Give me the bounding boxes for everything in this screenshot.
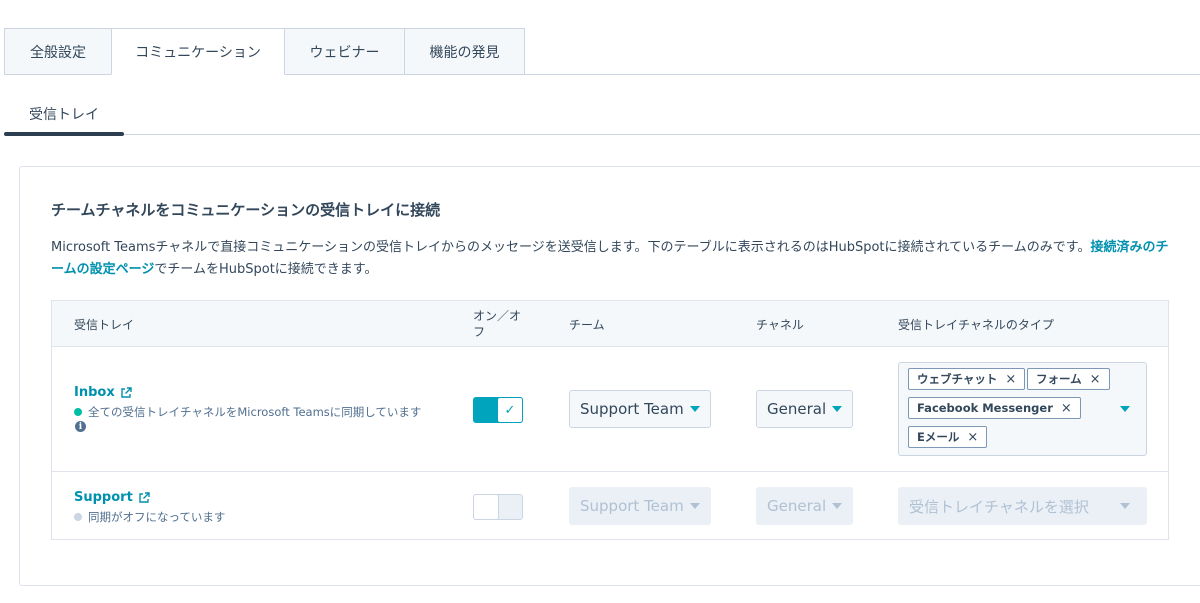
team-value: Support Team — [580, 400, 684, 418]
chip-label: Facebook Messenger — [917, 401, 1053, 415]
team-value: Support Team — [580, 497, 684, 515]
chevron-down-icon — [689, 406, 700, 412]
table-header: 受信トレイ オン／オフ チーム チャネル 受信トレイチャネルのタイプ — [52, 301, 1168, 347]
channel-type-select: 受信トレイチャネルを選択 — [898, 487, 1147, 525]
toggle-knob: ✓ — [497, 397, 523, 423]
card-description: Microsoft Teamsチャネルで直接コミュニケーションの受信トレイからの… — [51, 237, 1171, 281]
inbox-name-link[interactable]: Support — [74, 490, 150, 505]
chevron-down-icon — [832, 503, 843, 509]
chevron-down-icon — [832, 406, 843, 412]
channel-value: General — [767, 400, 827, 418]
subtab-inbox[interactable]: 受信トレイ — [4, 96, 124, 134]
info-icon[interactable]: i — [75, 421, 86, 432]
header-onoff: オン／オフ — [473, 309, 522, 339]
channel-value: General — [767, 497, 827, 515]
tab-communication[interactable]: コミュニケーション — [111, 28, 285, 75]
toggle-knob — [473, 494, 499, 520]
header-channel: チャネル — [756, 318, 804, 332]
table-row: Inbox 全ての受信トレイチャネルをMicrosoft Teamsに同期してい… — [52, 347, 1168, 472]
chip-facebook-messenger: Facebook Messenger × — [908, 397, 1081, 419]
chevron-down-icon — [1120, 503, 1130, 509]
description-suffix: でチームをHubSpotに接続できます。 — [154, 262, 378, 277]
inbox-name-link[interactable]: Inbox — [74, 385, 132, 400]
card-title: チームチャネルをコミュニケーションの受信トレイに接続 — [51, 201, 441, 219]
sync-toggle[interactable]: ✓ — [473, 397, 523, 423]
chip-label: Eメール — [917, 430, 960, 444]
header-team: チーム — [569, 318, 605, 332]
header-channel-type: 受信トレイチャネルのタイプ — [898, 318, 1054, 332]
remove-icon[interactable]: × — [967, 430, 978, 445]
teams-connection-card: チームチャネルをコミュニケーションの受信トレイに接続 Microsoft Tea… — [19, 166, 1200, 586]
chip-email: Eメール × — [908, 426, 988, 448]
chevron-down-icon — [689, 503, 700, 509]
team-dropdown[interactable]: Support Team — [569, 390, 711, 428]
remove-icon[interactable]: × — [1090, 372, 1101, 387]
top-tab-bar: 全般設定 コミュニケーション ウェビナー 機能の発見 — [4, 28, 525, 75]
external-link-icon — [139, 491, 150, 503]
subtab-divider — [4, 134, 1200, 135]
team-dropdown: Support Team — [569, 487, 711, 525]
sync-status-text: 同期がオフになっています — [88, 510, 226, 524]
check-icon: ✓ — [504, 402, 516, 418]
tab-webinar[interactable]: ウェビナー — [284, 28, 405, 75]
table-row: Support 同期がオフになっています Support Team Genera… — [52, 472, 1168, 541]
chip-webchat: ウェブチャット × — [908, 368, 1026, 390]
chip-label: フォーム — [1036, 372, 1082, 386]
external-link-icon — [121, 386, 132, 398]
remove-icon[interactable]: × — [1005, 372, 1016, 387]
remove-icon[interactable]: × — [1061, 401, 1072, 416]
sync-toggle[interactable] — [473, 494, 523, 520]
channel-dropdown: General — [756, 487, 853, 525]
sync-status: 全ての受信トレイチャネルをMicrosoft Teamsに同期しています — [74, 404, 421, 420]
header-inbox: 受信トレイ — [74, 318, 135, 332]
chip-form: フォーム × — [1027, 368, 1110, 390]
tab-general-settings[interactable]: 全般設定 — [4, 28, 112, 75]
sync-status: 同期がオフになっています — [74, 509, 225, 525]
chevron-down-icon[interactable] — [1120, 406, 1130, 412]
chip-label: ウェブチャット — [917, 372, 998, 386]
status-dot — [74, 513, 82, 521]
channel-type-multiselect[interactable]: ウェブチャット × フォーム × Facebook Messenger × Eメ… — [898, 362, 1147, 456]
subtab-active-indicator — [4, 132, 124, 136]
tab-feature-discovery[interactable]: 機能の発見 — [404, 28, 525, 75]
inbox-table: 受信トレイ オン／オフ チーム チャネル 受信トレイチャネルのタイプ Inbox… — [51, 300, 1169, 540]
status-dot — [74, 408, 82, 416]
inbox-name: Support — [74, 490, 133, 505]
tab-bar-divider — [524, 74, 1200, 75]
channel-dropdown[interactable]: General — [756, 390, 853, 428]
description-text: Microsoft Teamsチャネルで直接コミュニケーションの受信トレイからの… — [51, 240, 1091, 255]
inbox-name: Inbox — [74, 385, 115, 400]
channel-type-placeholder: 受信トレイチャネルを選択 — [909, 497, 1089, 516]
sync-status-text: 全ての受信トレイチャネルをMicrosoft Teamsに同期しています — [88, 405, 422, 419]
